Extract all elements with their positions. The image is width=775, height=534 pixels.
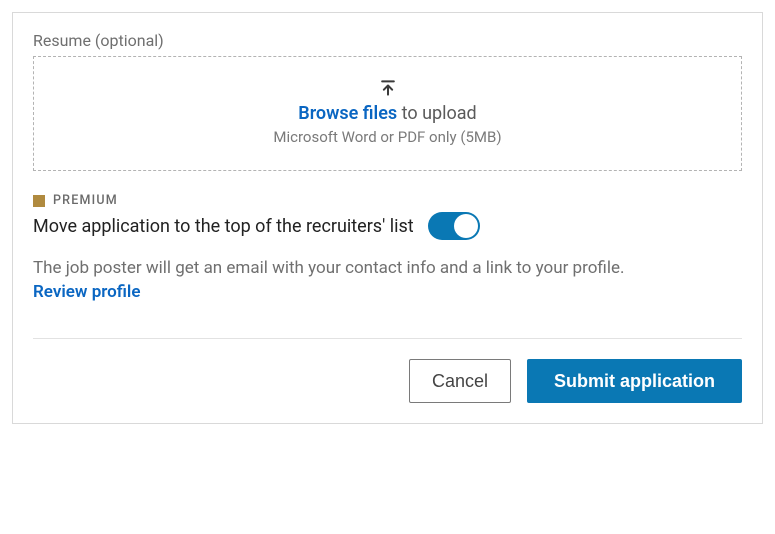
premium-toggle-label: Move application to the top of the recru… [33,216,414,237]
resume-dropzone[interactable]: Browse files to upload Microsoft Word or… [33,56,742,171]
resume-section-label: Resume (optional) [33,31,742,50]
footer-actions: Cancel Submit application [33,339,742,403]
premium-toggle-row: Move application to the top of the recru… [33,212,742,240]
review-profile-link[interactable]: Review profile [33,282,140,302]
upload-suffix: to upload [397,103,477,124]
poster-info-text: The job poster will get an email with yo… [33,258,742,278]
application-card: Resume (optional) Browse files to upload… [12,12,763,424]
premium-toggle[interactable] [428,212,480,240]
cancel-button[interactable]: Cancel [409,359,511,403]
dropzone-hint: Microsoft Word or PDF only (5MB) [44,128,731,146]
dropzone-main-text: Browse files to upload [44,103,731,124]
browse-files-link[interactable]: Browse files [298,103,397,124]
submit-application-button[interactable]: Submit application [527,359,742,403]
premium-icon [33,195,45,207]
toggle-knob [454,214,478,238]
premium-label: PREMIUM [53,193,118,208]
upload-icon [378,79,398,97]
premium-badge-row: PREMIUM [33,193,742,208]
